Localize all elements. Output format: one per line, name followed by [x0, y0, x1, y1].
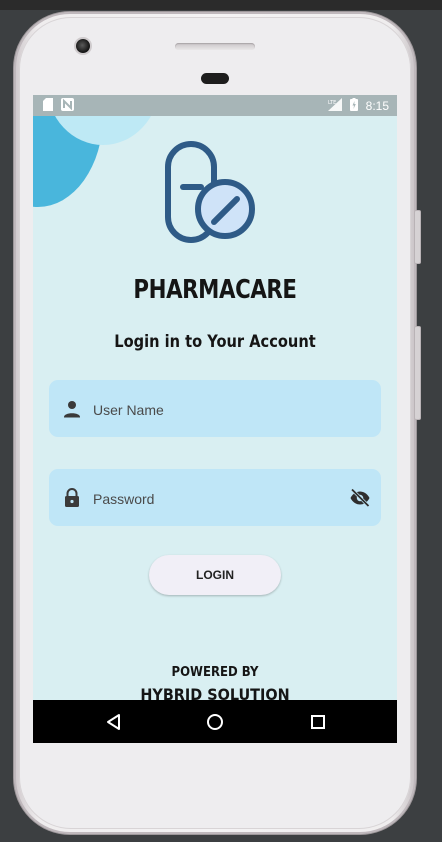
powered-by-label: POWERED BY	[171, 665, 259, 680]
battery-charging-icon	[349, 98, 358, 114]
sd-card-icon	[43, 98, 53, 114]
android-nav-bar	[33, 700, 397, 743]
triangle-back-icon[interactable]	[103, 711, 125, 733]
volume-button[interactable]	[414, 326, 421, 420]
lock-icon	[61, 487, 83, 509]
top-speaker-grille	[175, 43, 255, 50]
svg-text:LTE: LTE	[328, 100, 336, 106]
device-screen: LTE 8:15 PHARMACARE Login in to Your Acc…	[33, 95, 397, 743]
status-bar: LTE 8:15	[33, 95, 397, 116]
signal-lte-icon: LTE	[327, 98, 342, 114]
front-camera	[76, 39, 90, 53]
circle-home-icon[interactable]	[204, 711, 226, 733]
emulator-toolbar-strip	[0, 0, 442, 10]
username-field[interactable]	[49, 380, 381, 439]
pill-capsule-icon	[161, 139, 261, 249]
status-clock: 8:15	[365, 98, 389, 113]
password-input[interactable]	[91, 469, 335, 528]
password-field[interactable]	[49, 469, 381, 528]
username-input[interactable]	[91, 380, 335, 439]
login-subtitle: Login in to Your Account	[114, 332, 316, 352]
app-title: PHARMACARE	[133, 275, 297, 305]
login-button[interactable]: LOGIN	[149, 555, 281, 595]
person-icon	[61, 398, 83, 420]
emulator-stage: LTE 8:15 PHARMACARE Login in to Your Acc…	[0, 0, 442, 842]
n-notification-icon	[61, 98, 74, 114]
square-recents-icon[interactable]	[307, 711, 329, 733]
power-button[interactable]	[414, 210, 421, 264]
eye-off-icon[interactable]	[349, 487, 371, 509]
earpiece	[201, 73, 229, 84]
